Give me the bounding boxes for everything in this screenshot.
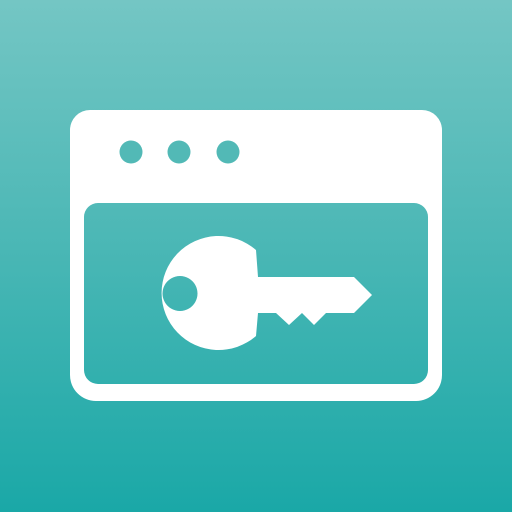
key-icon <box>161 235 372 350</box>
browser-window-key-icon <box>70 110 442 401</box>
window-dot-icon <box>167 140 191 164</box>
window-dot-icon <box>119 140 143 164</box>
window-dot-icon <box>216 140 240 164</box>
app-icon-background <box>0 0 512 512</box>
window-control-dots <box>119 140 240 164</box>
